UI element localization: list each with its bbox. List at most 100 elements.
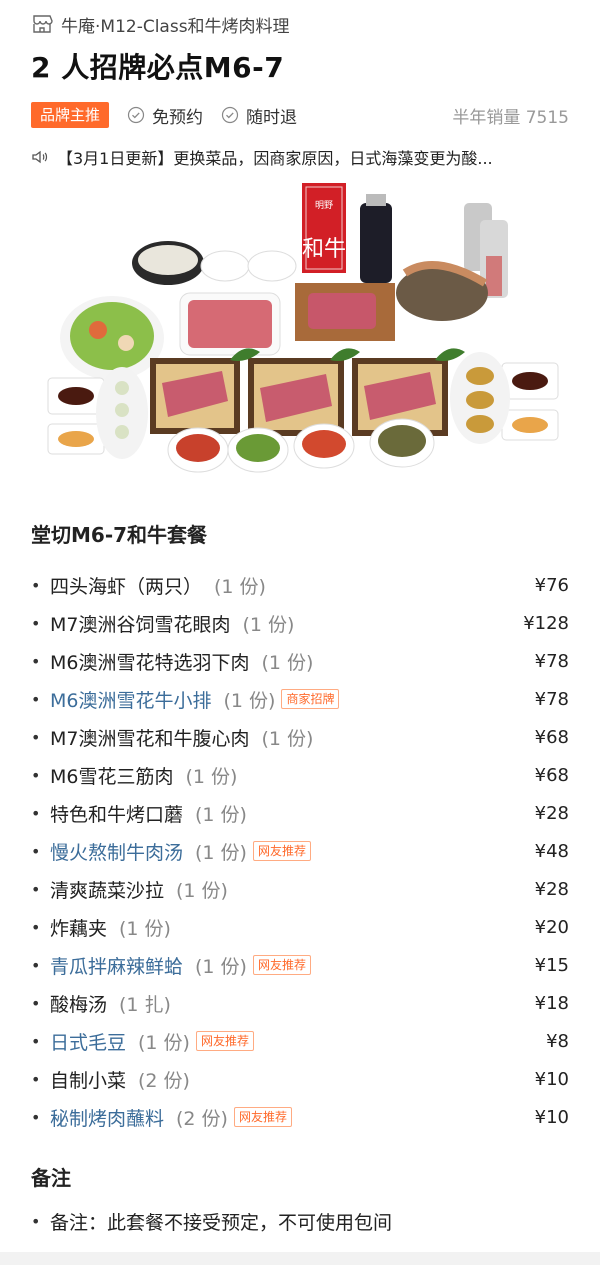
check-circle-icon: [127, 106, 145, 124]
no-reservation-feature: 免预约: [127, 103, 203, 128]
item-price: ¥78: [534, 688, 569, 710]
item-price: ¥128: [523, 612, 569, 634]
item-price: ¥68: [534, 726, 569, 748]
menu-item[interactable]: • 秘制烤肉蘸料 (2 份) 网友推荐 ¥10: [31, 1098, 569, 1136]
item-name-link[interactable]: 青瓜拌麻辣鲜蛤: [50, 952, 183, 979]
menu-item: • 特色和牛烤口蘑 (1 份) ¥28: [31, 794, 569, 832]
item-price: ¥15: [534, 954, 569, 976]
brand-badge: 品牌主推: [31, 102, 110, 128]
menu-item[interactable]: • 日式毛豆 (1 份) 网友推荐 ¥8: [31, 1022, 569, 1060]
menu-item: • 清爽蔬菜沙拉 (1 份) ¥28: [31, 870, 569, 908]
item-name-link[interactable]: 秘制烤肉蘸料: [50, 1104, 164, 1131]
item-qty: (1 份): [195, 803, 247, 826]
flag-wagyu-text: 和牛: [302, 237, 346, 262]
refund-anytime-feature: 随时退: [221, 103, 297, 128]
store-icon: [31, 14, 53, 34]
menu-item-list: • 四头海虾（两只） (1 份) ¥76 • M7澳洲谷饲雪花眼肉 (1 份) …: [31, 566, 569, 1136]
item-name-link[interactable]: 慢火熬制牛肉汤: [50, 838, 183, 865]
deal-title: 2 人招牌必点M6-7: [31, 51, 285, 84]
item-price: ¥10: [534, 1106, 569, 1128]
menu-item: • 自制小菜 (2 份) ¥10: [31, 1060, 569, 1098]
menu-item: • 酸梅汤 (1 扎) ¥18: [31, 984, 569, 1022]
item-name-link[interactable]: 日式毛豆: [50, 1028, 126, 1055]
flag-small-text: 明野: [315, 200, 333, 211]
item-price: ¥8: [546, 1030, 569, 1052]
item-name: M7澳洲谷饲雪花眼肉: [50, 613, 231, 636]
item-qty: (1 份): [242, 613, 295, 636]
remarks-item: • 备注：此套餐不接受预定，不可使用包间: [31, 1208, 392, 1235]
item-qty: (1 份): [119, 917, 171, 940]
no-reservation-label: 免预约: [152, 107, 204, 128]
item-qty: (1 份): [195, 841, 247, 864]
menu-item: • 炸藕夹 (1 份) ¥20: [31, 908, 569, 946]
user-recommended-tag: 网友推荐: [195, 1031, 254, 1051]
menu-item: • M6澳洲雪花特选羽下肉 (1 份) ¥78: [31, 642, 569, 680]
remarks-title: 备注: [31, 1166, 71, 1190]
menu-item: • 四头海虾（两只） (1 份) ¥76: [31, 566, 569, 604]
refund-anytime-label: 随时退: [246, 107, 298, 128]
item-qty: (2 份): [138, 1069, 190, 1092]
item-qty: (1 份): [214, 575, 266, 598]
bullet: •: [31, 841, 41, 861]
bullet: •: [31, 765, 41, 785]
menu-section-title: 堂切M6-7和牛套餐: [31, 523, 208, 547]
item-qty: (2 份): [176, 1107, 228, 1130]
item-price: ¥20: [534, 916, 569, 938]
bullet: •: [31, 1107, 41, 1127]
item-name: 四头海虾（两只）: [50, 575, 203, 598]
bullet: •: [31, 651, 41, 671]
menu-item: • M7澳洲雪花和牛腹心肉 (1 份) ¥68: [31, 718, 569, 756]
bullet: •: [31, 575, 41, 595]
user-recommended-tag: 网友推荐: [233, 1107, 292, 1127]
menu-item[interactable]: • M6澳洲雪花牛小排 (1 份) 商家招牌 ¥78: [31, 680, 569, 718]
item-name: 自制小菜: [50, 1069, 127, 1092]
bullet: •: [31, 1069, 41, 1089]
check-circle-icon: [221, 106, 239, 124]
sales-count: 半年销量 7515: [452, 107, 569, 128]
bottom-divider: [0, 1252, 600, 1265]
bullet: •: [31, 727, 41, 747]
merchant-signature-tag: 商家招牌: [281, 689, 340, 709]
notice-text: 【3月1日更新】更换菜品，因商家原因，日式海藻变更为酸...: [57, 149, 493, 168]
item-name: 特色和牛烤口蘑: [50, 803, 184, 826]
item-name-link[interactable]: M6澳洲雪花牛小排: [50, 686, 211, 713]
item-qty: (1 份): [176, 879, 228, 902]
menu-item: • M7澳洲谷饲雪花眼肉 (1 份) ¥128: [31, 604, 569, 642]
item-qty: (1 份): [138, 1031, 190, 1054]
menu-item[interactable]: • 青瓜拌麻辣鲜蛤 (1 份) 网友推荐 ¥15: [31, 946, 569, 984]
shop-header[interactable]: 牛庵·M12-Class和牛烤肉料理: [31, 10, 290, 38]
shop-name: 牛庵·M12-Class和牛烤肉料理: [61, 16, 290, 37]
item-price: ¥76: [534, 574, 569, 596]
item-price: ¥48: [534, 840, 569, 862]
item-qty: (1 份): [223, 689, 276, 712]
item-name: 清爽蔬菜沙拉: [50, 879, 165, 902]
item-name: M7澳洲雪花和牛腹心肉: [50, 727, 250, 750]
update-notice[interactable]: 【3月1日更新】更换菜品，因商家原因，日式海藻变更为酸...: [31, 143, 569, 171]
bullet: •: [31, 917, 41, 937]
item-price: ¥28: [534, 802, 569, 824]
item-qty: (1 份): [261, 651, 314, 674]
item-qty: (1 份): [195, 955, 247, 978]
set-meal-photo[interactable]: 明野 和牛: [40, 178, 566, 478]
bullet: •: [31, 613, 41, 633]
item-qty: (1 份): [185, 765, 238, 788]
item-name: M6雪花三筋肉: [50, 765, 174, 788]
bullet: •: [31, 993, 41, 1013]
speaker-icon: [31, 148, 49, 166]
item-name: 酸梅汤: [50, 993, 108, 1016]
bullet: •: [31, 1212, 41, 1231]
user-recommended-tag: 网友推荐: [252, 841, 311, 861]
menu-item[interactable]: • 慢火熬制牛肉汤 (1 份) 网友推荐 ¥48: [31, 832, 569, 870]
bullet: •: [31, 879, 41, 899]
user-recommended-tag: 网友推荐: [252, 955, 311, 975]
remarks-text: 备注：此套餐不接受预定，不可使用包间: [50, 1212, 393, 1234]
item-price: ¥10: [534, 1068, 569, 1090]
item-qty: (1 扎): [119, 993, 171, 1016]
bullet: •: [31, 689, 41, 709]
item-name: 炸藕夹: [50, 917, 108, 940]
bullet: •: [31, 803, 41, 823]
deal-tags-row: 品牌主推 免预约 随时退 半年销量 7515: [31, 101, 569, 129]
item-price: ¥68: [534, 764, 569, 786]
bullet: •: [31, 1031, 41, 1051]
item-name: M6澳洲雪花特选羽下肉: [50, 651, 250, 674]
